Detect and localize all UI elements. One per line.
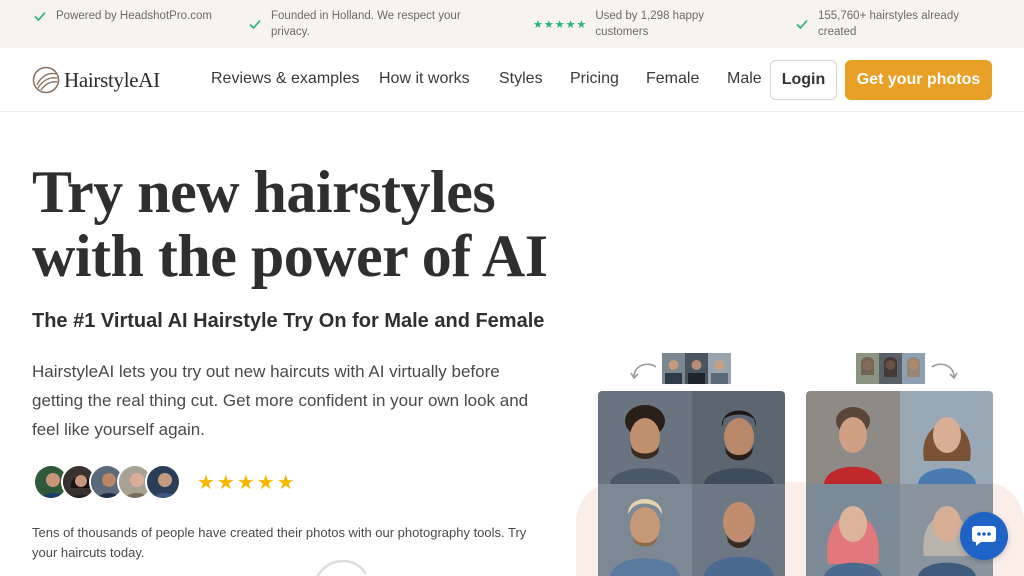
trust-item-holland: Founded in Holland. We respect your priv…	[247, 8, 487, 40]
hairstyle-photo	[691, 391, 785, 484]
thumbnail	[662, 353, 685, 384]
curved-arrow-icon	[630, 363, 657, 380]
before-thumbnails-men	[662, 353, 731, 384]
title-line-1: Try new hairstyles	[32, 159, 496, 225]
star-rating-icon: ★★★★★	[533, 18, 588, 31]
thumbnail	[708, 353, 731, 384]
hero-subtitle: The #1 Virtual AI Hairstyle Try On for M…	[32, 310, 545, 332]
male-hairstyle-grid	[598, 391, 785, 576]
check-icon	[249, 19, 261, 30]
trust-text: Founded in Holland. We respect your priv…	[271, 10, 461, 38]
decorative-arc-icon	[316, 559, 368, 576]
trust-item-hairstyles: 155,760+ hairstyles already created	[794, 8, 994, 40]
hairstyle-photo	[806, 391, 900, 484]
avatar	[145, 464, 181, 500]
nav-link-styles[interactable]: Styles	[499, 70, 543, 88]
hairstyle-photo	[899, 391, 993, 484]
hero-description: HairstyleAI lets you try out new haircut…	[32, 362, 529, 439]
star-rating-icon: ★★★★★	[197, 472, 297, 494]
check-icon	[796, 19, 808, 30]
before-thumbnails-women	[856, 353, 925, 384]
trust-item-customers: ★★★★★ Used by 1,298 happy customers	[533, 8, 733, 40]
customer-avatars	[33, 464, 181, 500]
logo-icon	[32, 66, 60, 94]
thumbnail	[856, 353, 879, 384]
thumbnail	[879, 353, 902, 384]
page-title: Try new hairstyles with the power of AI	[32, 160, 572, 288]
chat-bubble-icon	[972, 526, 996, 546]
trust-text: 155,760+ hairstyles already created	[818, 10, 959, 38]
get-photos-button[interactable]: Get your photos	[845, 60, 992, 100]
hairstyle-photo	[806, 484, 900, 576]
social-proof-text: Tens of thousands of people have created…	[32, 525, 527, 560]
chat-button[interactable]	[960, 512, 1008, 560]
trust-bar: Powered by HeadshotPro.com Founded in Ho…	[0, 0, 1024, 48]
logo-text: HairstyleAI	[64, 67, 160, 92]
nav-link-pricing[interactable]: Pricing	[570, 70, 619, 88]
check-icon	[34, 11, 46, 22]
hairstyle-photo	[691, 484, 785, 576]
logo[interactable]: HairstyleAI	[32, 66, 160, 94]
login-button[interactable]: Login	[770, 60, 837, 100]
nav-link-how-it-works[interactable]: How it works	[379, 70, 470, 88]
curved-arrow-icon	[931, 363, 958, 380]
hairstyle-photo	[598, 391, 692, 484]
trust-item-powered: Powered by HeadshotPro.com	[32, 8, 212, 24]
trust-text: Powered by HeadshotPro.com	[56, 10, 212, 22]
main-nav: HairstyleAI Reviews & examples How it wo…	[0, 48, 1024, 112]
trust-text: Used by 1,298 happy customers	[595, 10, 705, 38]
thumbnail	[902, 353, 925, 384]
nav-link-male[interactable]: Male	[727, 70, 762, 88]
nav-link-reviews[interactable]: Reviews & examples	[211, 70, 360, 88]
hairstyle-photo	[598, 484, 692, 576]
title-line-2: with the power of AI	[32, 223, 548, 289]
nav-link-female[interactable]: Female	[646, 70, 699, 88]
thumbnail	[685, 353, 708, 384]
